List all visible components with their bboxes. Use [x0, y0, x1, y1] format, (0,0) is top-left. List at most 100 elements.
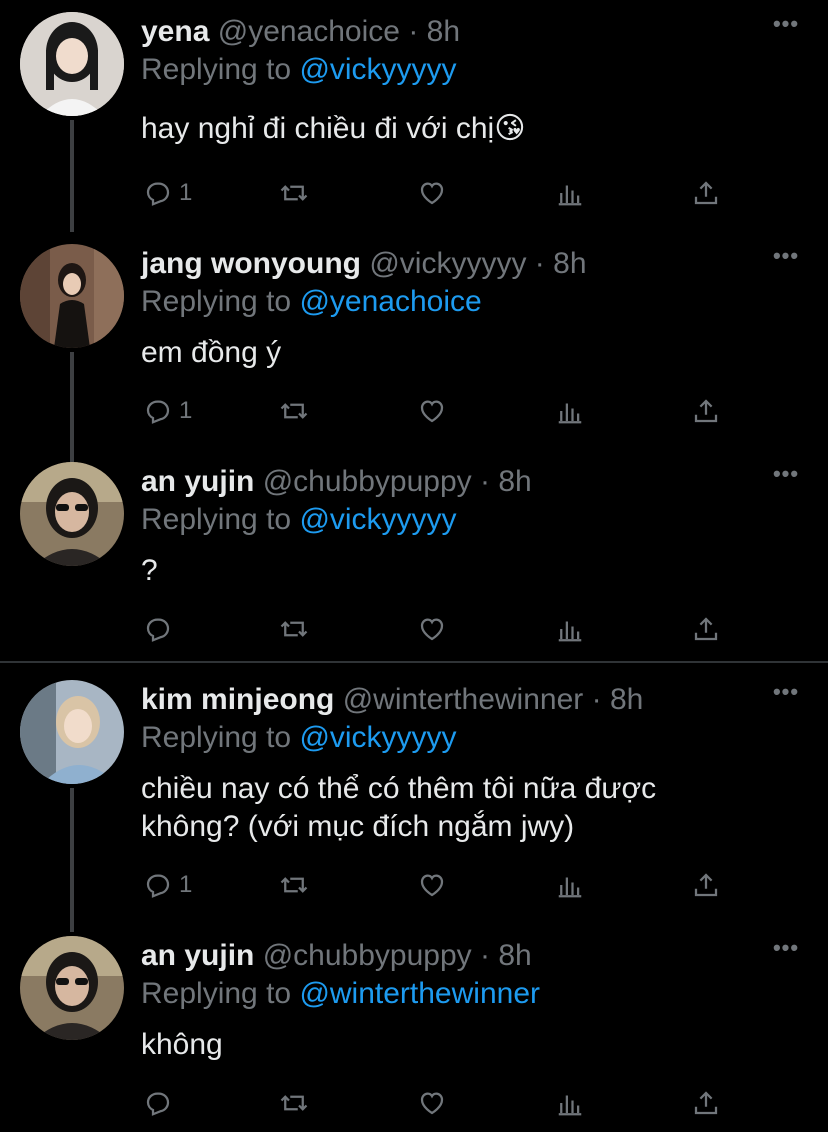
- like-icon: [420, 1092, 444, 1115]
- share-icon: [694, 617, 718, 641]
- reply-mention[interactable]: @vickyyyyy: [299, 53, 456, 86]
- reply-mention[interactable]: @vickyyyyy: [299, 721, 456, 754]
- replying-to: Replying to @vickyyyyy: [141, 52, 457, 88]
- more-icon[interactable]: •••: [772, 13, 800, 38]
- timestamp[interactable]: 8h: [498, 465, 531, 498]
- reply-icon: [146, 874, 170, 898]
- more-icon[interactable]: •••: [772, 937, 800, 962]
- display-name[interactable]: an yujin: [141, 465, 254, 498]
- tweet-actions: 1: [141, 176, 741, 210]
- tweet-header: kim minjeong @winterthewinner · 8h: [141, 682, 643, 718]
- reply-mention[interactable]: @vickyyyyy: [299, 503, 456, 536]
- share-icon: [694, 399, 718, 423]
- retweet-button[interactable]: [279, 1086, 309, 1120]
- avatar[interactable]: [20, 244, 124, 348]
- reply-button[interactable]: 1: [143, 176, 192, 210]
- timestamp[interactable]: 8h: [427, 15, 460, 48]
- reply-icon: [146, 618, 170, 642]
- retweet-icon: [280, 621, 308, 637]
- avatar[interactable]: [20, 680, 124, 784]
- retweet-icon: [280, 877, 308, 893]
- timestamp[interactable]: 8h: [553, 247, 586, 280]
- separator-dot: ·: [534, 247, 545, 280]
- like-button[interactable]: [417, 176, 447, 210]
- replying-to-label: Replying to: [141, 721, 292, 754]
- like-button[interactable]: [417, 1086, 447, 1120]
- reply-button[interactable]: [143, 612, 179, 646]
- tweet-header: jang wonyoung @vickyyyyy · 8h: [141, 246, 587, 282]
- replying-to: Replying to @winterthewinner: [141, 976, 540, 1012]
- retweet-button[interactable]: [279, 176, 309, 210]
- tweet-header: yena @yenachoice · 8h: [141, 14, 460, 50]
- replying-to-label: Replying to: [141, 977, 292, 1010]
- like-button[interactable]: [417, 612, 447, 646]
- like-button[interactable]: [417, 868, 447, 902]
- tweet-text: hay nghỉ đi chiều đi với chị😘: [141, 112, 526, 145]
- avatar[interactable]: [20, 12, 124, 116]
- more-icon[interactable]: •••: [772, 463, 800, 488]
- tweet-header: an yujin @chubbypuppy · 8h: [141, 464, 532, 500]
- like-icon: [420, 182, 444, 205]
- retweet-button[interactable]: [279, 612, 309, 646]
- reply-button[interactable]: [143, 1086, 179, 1120]
- replying-to: Replying to @vickyyyyy: [141, 720, 457, 756]
- display-name[interactable]: yena: [141, 15, 209, 48]
- share-icon: [694, 1091, 718, 1115]
- avatar[interactable]: [20, 462, 124, 566]
- analytics-button[interactable]: [555, 612, 585, 646]
- reply-mention[interactable]: @winterthewinner: [299, 977, 540, 1010]
- like-button[interactable]: [417, 394, 447, 428]
- reply-icon: [146, 400, 170, 424]
- tweet-text: không: [141, 1028, 223, 1061]
- reply-mention[interactable]: @yenachoice: [299, 285, 481, 318]
- thread-line: [70, 352, 74, 464]
- timestamp[interactable]: 8h: [498, 939, 531, 972]
- user-handle[interactable]: @yenachoice: [218, 15, 400, 48]
- analytics-button[interactable]: [555, 868, 585, 902]
- replying-to-label: Replying to: [141, 53, 292, 86]
- reply-count: 1: [179, 179, 193, 206]
- user-handle[interactable]: @chubbypuppy: [263, 465, 472, 498]
- thread-separator: [0, 661, 828, 663]
- retweet-icon: [280, 1095, 308, 1111]
- analytics-icon: [558, 621, 582, 642]
- share-button[interactable]: [691, 868, 721, 902]
- analytics-button[interactable]: [555, 176, 585, 210]
- retweet-icon: [280, 185, 308, 201]
- display-name[interactable]: kim minjeong: [141, 683, 334, 716]
- analytics-icon: [558, 1095, 582, 1116]
- timestamp[interactable]: 8h: [610, 683, 643, 716]
- analytics-button[interactable]: [555, 394, 585, 428]
- retweet-icon: [280, 403, 308, 419]
- analytics-icon: [558, 403, 582, 424]
- reply-button[interactable]: 1: [143, 394, 192, 428]
- separator-dot: ·: [479, 939, 490, 972]
- reply-count: 1: [179, 397, 193, 424]
- share-button[interactable]: [691, 394, 721, 428]
- like-icon: [420, 618, 444, 641]
- retweet-button[interactable]: [279, 868, 309, 902]
- avatar[interactable]: [20, 936, 124, 1040]
- tweet-text: chiều nay có thể có thêm tôi nữa được kh…: [141, 772, 657, 843]
- reply-button[interactable]: 1: [143, 868, 192, 902]
- display-name[interactable]: an yujin: [141, 939, 254, 972]
- replying-to: Replying to @yenachoice: [141, 284, 482, 320]
- separator-dot: ·: [408, 15, 419, 48]
- share-button[interactable]: [691, 176, 721, 210]
- retweet-button[interactable]: [279, 394, 309, 428]
- user-handle[interactable]: @chubbypuppy: [263, 939, 472, 972]
- tweet-actions: [141, 1086, 741, 1120]
- more-icon[interactable]: •••: [772, 681, 800, 706]
- tweet-actions: 1: [141, 868, 741, 902]
- analytics-icon: [558, 185, 582, 206]
- user-handle[interactable]: @winterthewinner: [343, 683, 584, 716]
- analytics-button[interactable]: [555, 1086, 585, 1120]
- more-icon[interactable]: •••: [772, 245, 800, 270]
- replying-to-label: Replying to: [141, 285, 292, 318]
- thread-line: [70, 788, 74, 932]
- share-button[interactable]: [691, 612, 721, 646]
- reply-count: 1: [179, 871, 193, 898]
- display-name[interactable]: jang wonyoung: [141, 247, 361, 280]
- share-button[interactable]: [691, 1086, 721, 1120]
- user-handle[interactable]: @vickyyyyy: [369, 247, 526, 280]
